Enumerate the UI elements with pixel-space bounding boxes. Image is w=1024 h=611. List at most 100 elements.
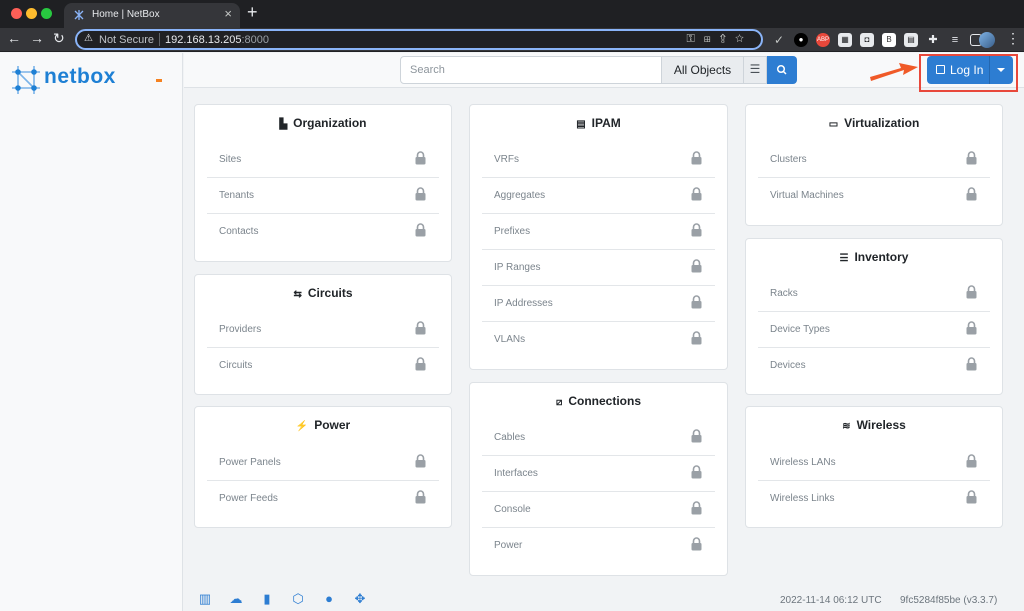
lock-icon [691, 331, 702, 345]
lock-icon [691, 187, 702, 201]
lock-icon [691, 259, 702, 273]
connections-card: ⧄ Connections Cables Interfaces Console P… [469, 382, 728, 576]
cloud-download-icon[interactable]: ☁ [227, 592, 245, 606]
grid-extension-icon[interactable]: ▤ [904, 33, 918, 47]
lock-icon [966, 454, 977, 468]
login-dropdown-icon[interactable] [997, 68, 1005, 72]
virtualization-header: ▭ Virtualization [828, 116, 920, 130]
footer-version: 9fc5284f85be (v3.3.7) [900, 595, 998, 606]
search-input[interactable] [400, 56, 662, 84]
lock-icon [415, 187, 426, 201]
maximize-window-button[interactable] [41, 8, 52, 19]
card-item[interactable]: Power Panels [207, 445, 439, 481]
card-item[interactable]: IP Addresses [482, 286, 715, 322]
card-item[interactable]: Providers [207, 312, 439, 348]
circuits-header: ⇆ Circuits [293, 286, 353, 300]
building-icon: ▙ [279, 119, 288, 130]
card-item[interactable]: Cables [482, 420, 715, 456]
sidebar: netbox [0, 53, 183, 611]
card-item[interactable]: Interfaces [482, 456, 715, 492]
check-extension-icon[interactable]: ✓ [772, 33, 786, 47]
netbox-logo-icon[interactable] [9, 63, 43, 97]
card-item[interactable]: Virtual Machines [758, 178, 990, 214]
reading-list-icon[interactable]: ≡ [948, 33, 962, 47]
card-item[interactable]: Console [482, 492, 715, 528]
login-icon [936, 65, 945, 74]
minimize-window-button[interactable] [26, 8, 37, 19]
card-item[interactable]: Racks [758, 276, 990, 312]
card-item[interactable]: Prefixes [482, 214, 715, 250]
lock-icon [966, 285, 977, 299]
wifi-icon: ≋ [842, 421, 851, 432]
lock-icon [691, 295, 702, 309]
power-header: ⚡ Power [295, 418, 351, 432]
card-item[interactable]: Sites [207, 142, 439, 178]
circuits-card: ⇆ Circuits Providers Circuits [194, 274, 452, 395]
card-item[interactable]: Wireless LANs [758, 445, 990, 481]
bookmark-icon[interactable]: ▮ [258, 592, 276, 606]
card-item[interactable]: Power [482, 528, 715, 564]
inventory-header: ☰ Inventory [839, 250, 909, 264]
lock-icon [966, 490, 977, 504]
logo-text[interactable]: netbox [44, 65, 116, 89]
search-button[interactable] [767, 56, 797, 84]
card-item[interactable]: Aggregates [482, 178, 715, 214]
card-item[interactable]: VLANs [482, 322, 715, 358]
object-type-select[interactable]: All Objects [662, 56, 744, 84]
lock-icon [415, 151, 426, 165]
profile-avatar[interactable] [979, 32, 995, 48]
slack-icon[interactable]: ✥ [351, 592, 369, 606]
card-item[interactable]: IP Ranges [482, 250, 715, 286]
github-icon[interactable]: ● [320, 592, 338, 606]
card-item[interactable]: VRFs [482, 142, 715, 178]
card-item[interactable]: Circuits [207, 348, 439, 384]
card-item[interactable]: Wireless Links [758, 481, 990, 517]
lock-icon [415, 223, 426, 237]
connections-header: ⧄ Connections [555, 394, 642, 408]
address-bar[interactable]: ⚠ Not Secure 192.168.13.205:8000 ⚿⊞⇪☆ [75, 29, 763, 50]
ipam-card: ▤ IPAM VRFs Aggregates Prefixes IP Ranges… [469, 104, 728, 370]
lock-icon [415, 321, 426, 335]
lock-icon [966, 357, 977, 371]
extension-icons: ✓ ● ABP ▦ ◘ B ▤ ✚ ≡ [772, 32, 982, 48]
adblock-extension-icon[interactable]: ABP [816, 33, 830, 47]
url-text: 192.168.13.205:8000 [165, 34, 269, 46]
forward-button[interactable]: → [30, 30, 44, 46]
card-item[interactable]: Tenants [207, 178, 439, 214]
shield-extension-icon[interactable]: ◘ [860, 33, 874, 47]
card-item[interactable]: Device Types [758, 312, 990, 348]
browser-toolbar: ← → ↻ ⚠ Not Secure 192.168.13.205:8000 ⚿… [0, 28, 1024, 52]
card-item[interactable]: Clusters [758, 142, 990, 178]
cable-icon: ⧄ [555, 397, 563, 408]
card-item[interactable]: Contacts [207, 214, 439, 250]
bitwarden-extension-icon[interactable]: B [882, 33, 896, 47]
table-icon: ▤ [576, 119, 586, 130]
card-item[interactable]: Devices [758, 348, 990, 384]
reload-button[interactable]: ↻ [53, 30, 65, 47]
card-item[interactable]: Power Feeds [207, 481, 439, 517]
graphql-icon[interactable]: ⬡ [289, 592, 307, 606]
footer-links: ▥ ☁ ▮ ⬡ ● ✥ [196, 592, 369, 606]
docs-book-icon[interactable]: ▥ [196, 592, 214, 606]
qr-extension-icon[interactable]: ▦ [838, 33, 852, 47]
tab-close-icon[interactable]: × [224, 6, 232, 21]
netbox-favicon-icon [74, 10, 84, 20]
puzzle-extensions-icon[interactable]: ✚ [926, 33, 940, 47]
address-bar-actions[interactable]: ⚿⊞⇪☆ [686, 33, 753, 46]
sidebar-toggle[interactable] [156, 79, 162, 82]
organization-header: ▙ Organization [279, 116, 367, 130]
new-tab-button[interactable]: + [247, 2, 258, 23]
wireless-header: ≋ Wireless [842, 418, 906, 432]
back-button[interactable]: ← [7, 30, 21, 46]
search-icon [776, 64, 787, 75]
lock-icon [415, 490, 426, 504]
lock-icon [966, 187, 977, 201]
browser-menu-icon[interactable]: ⋮ [1006, 30, 1020, 47]
lock-icon [691, 501, 702, 515]
browser-tab[interactable]: Home | NetBox × [64, 3, 240, 28]
filter-icon[interactable]: ☰ [744, 56, 767, 84]
login-button[interactable]: Log In [927, 56, 1013, 84]
close-window-button[interactable] [11, 8, 22, 19]
dark-extension-icon[interactable]: ● [794, 33, 808, 47]
inventory-card: ☰ Inventory Racks Device Types Devices [745, 238, 1003, 395]
